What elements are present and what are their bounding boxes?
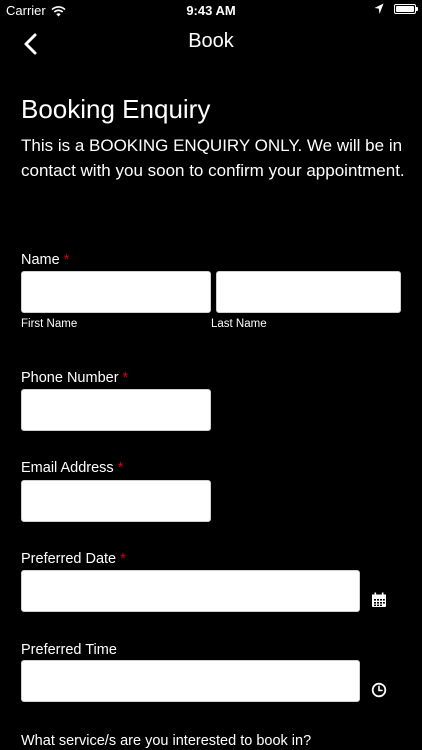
time-label-text: Preferred Time — [21, 642, 117, 658]
nav-title: Book — [188, 30, 234, 52]
time-input[interactable] — [21, 660, 360, 702]
phone-label-text: Phone Number — [21, 370, 119, 386]
page-title: Booking Enquiry — [21, 94, 211, 124]
intro-text: This is a BOOKING ENQUIRY ONLY. We will … — [21, 136, 405, 180]
phone-input[interactable] — [21, 389, 211, 431]
battery-icon — [394, 4, 418, 14]
first-name-input[interactable] — [21, 271, 211, 313]
required-marker: * — [63, 252, 70, 268]
services-question: What service/s are you interested to boo… — [21, 733, 312, 749]
email-label-text: Email Address — [21, 460, 114, 476]
date-label-text: Preferred Date — [21, 551, 117, 567]
last-name-input[interactable] — [216, 271, 401, 313]
location-arrow-icon — [374, 3, 384, 15]
status-bar: Carrier 9:43 AM — [0, 0, 422, 22]
first-name-sublabel: First Name — [21, 318, 78, 330]
clock-icon[interactable] — [371, 682, 387, 698]
calendar-icon[interactable] — [371, 592, 387, 608]
name-label: Name * — [21, 252, 69, 268]
nav-bar: Book — [0, 22, 422, 66]
name-label-text: Name — [21, 252, 60, 268]
time-label: Preferred Time — [21, 642, 117, 658]
required-marker: * — [117, 460, 124, 476]
status-time: 9:43 AM — [186, 3, 236, 18]
status-right — [374, 3, 418, 15]
required-marker: * — [122, 370, 129, 386]
last-name-sublabel: Last Name — [211, 318, 267, 330]
required-marker: * — [120, 551, 126, 567]
phone-label: Phone Number * — [21, 370, 128, 386]
date-label: Preferred Date * — [21, 551, 126, 567]
email-label: Email Address * — [21, 460, 123, 476]
date-input[interactable] — [21, 570, 360, 612]
email-input[interactable] — [21, 480, 211, 522]
